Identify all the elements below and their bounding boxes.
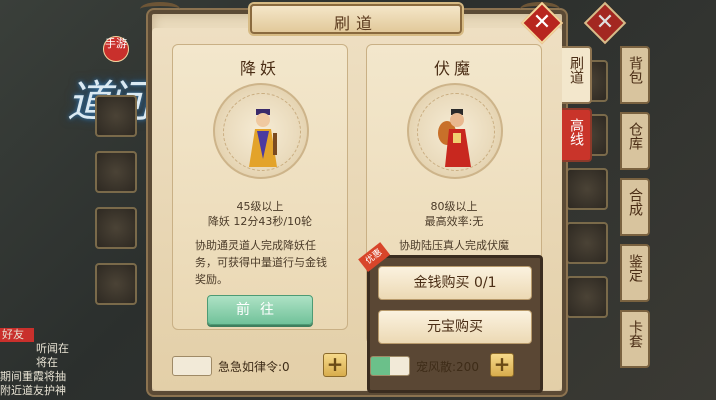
card-xiangyao: 降妖 45级以上 降妖 12分43秒/10轮 协助通灵道人完成降妖任务，可获得中… (172, 44, 348, 330)
dialog-title-text: 刷道 (333, 14, 378, 33)
decor-horn (140, 2, 180, 16)
chat-line: 附近道友护神 (0, 384, 66, 397)
card-description: 协助陆压真人完成伏魔 (399, 239, 509, 252)
card-level: 80级以上 (430, 200, 478, 213)
tab-label: 合成 (627, 188, 643, 216)
left-inventory (95, 95, 145, 335)
character-medallion (407, 83, 503, 179)
buy-gold-label: 元宝购买 (427, 319, 483, 335)
chat-line: 听闻在 (36, 342, 69, 355)
inventory-slot[interactable] (566, 168, 608, 210)
tab-beibao[interactable]: 背包 (620, 46, 650, 104)
tab-jianding[interactable]: 鉴定 (620, 244, 650, 302)
logo-tag: 手游 (103, 36, 129, 62)
card-level: 45级以上 (236, 200, 284, 213)
close-icon: ✕ (595, 10, 615, 35)
chat-log: 好友 听闻在 将在 期间重霞将抽 附近道友护神 (0, 328, 90, 398)
inventory-slot[interactable] (566, 276, 608, 318)
go-button[interactable]: 前往 (207, 295, 313, 325)
buy-money-label: 金钱购买 0/1 (413, 275, 497, 291)
buy-with-gold-button[interactable]: 元宝购买 (378, 310, 532, 344)
item-count-left: 急急如律令:0 (218, 360, 290, 374)
taoist-figure-icon (249, 109, 277, 167)
card-title: 降妖 (239, 59, 280, 78)
inventory-slot[interactable] (566, 222, 608, 264)
inventory-slot[interactable] (95, 263, 137, 305)
card-fumo: 伏魔 80级以上 最高效率:无 协助陆压真人完成伏魔 金钱购买 0/1 优惠 元… (358, 44, 543, 393)
inventory-slot[interactable] (95, 151, 137, 193)
tab-label: 刷道 (568, 56, 584, 84)
item-toggle-right[interactable] (370, 356, 410, 376)
inventory-slot[interactable] (95, 95, 137, 137)
demon-tamer-figure-icon (438, 109, 471, 167)
card-description: 协助通灵道人完成降妖任务，可获得中量道行与金钱奖励。 (195, 239, 327, 286)
close-icon: ✕ (532, 10, 552, 35)
add-item-button-right[interactable]: + (490, 353, 514, 377)
tab-label: 卡套 (627, 320, 643, 348)
item-count-right: 宠风散:200 (416, 360, 479, 374)
tab-hecheng[interactable]: 合成 (620, 178, 650, 236)
add-item-button-left[interactable]: + (323, 353, 347, 377)
tab-label: 高线 (568, 118, 584, 146)
dialog-title: 刷道 (250, 4, 462, 34)
tab-label: 背包 (627, 56, 643, 84)
character-medallion (213, 83, 309, 179)
chat-line: 期间重霞将抽 (0, 370, 66, 383)
tab-label: 鉴定 (627, 254, 643, 282)
tab-gaoxian[interactable]: 高线 (562, 108, 592, 162)
tab-cangku[interactable]: 仓库 (620, 112, 650, 170)
inventory-slot[interactable] (95, 207, 137, 249)
tab-katao[interactable]: 卡套 (620, 310, 650, 368)
chat-line: 将在 (36, 356, 58, 369)
buy-with-money-button[interactable]: 金钱购买 0/1 (378, 266, 532, 300)
chat-line: 好友 (0, 328, 34, 342)
card-stat: 降妖 12分43秒/10轮 (207, 215, 313, 228)
card-title: 伏魔 (433, 59, 474, 78)
tab-shuadao[interactable]: 刷道 (562, 46, 592, 104)
tab-label: 仓库 (627, 122, 643, 150)
card-stat: 最高效率:无 (424, 215, 484, 228)
item-toggle-left[interactable] (172, 356, 212, 376)
